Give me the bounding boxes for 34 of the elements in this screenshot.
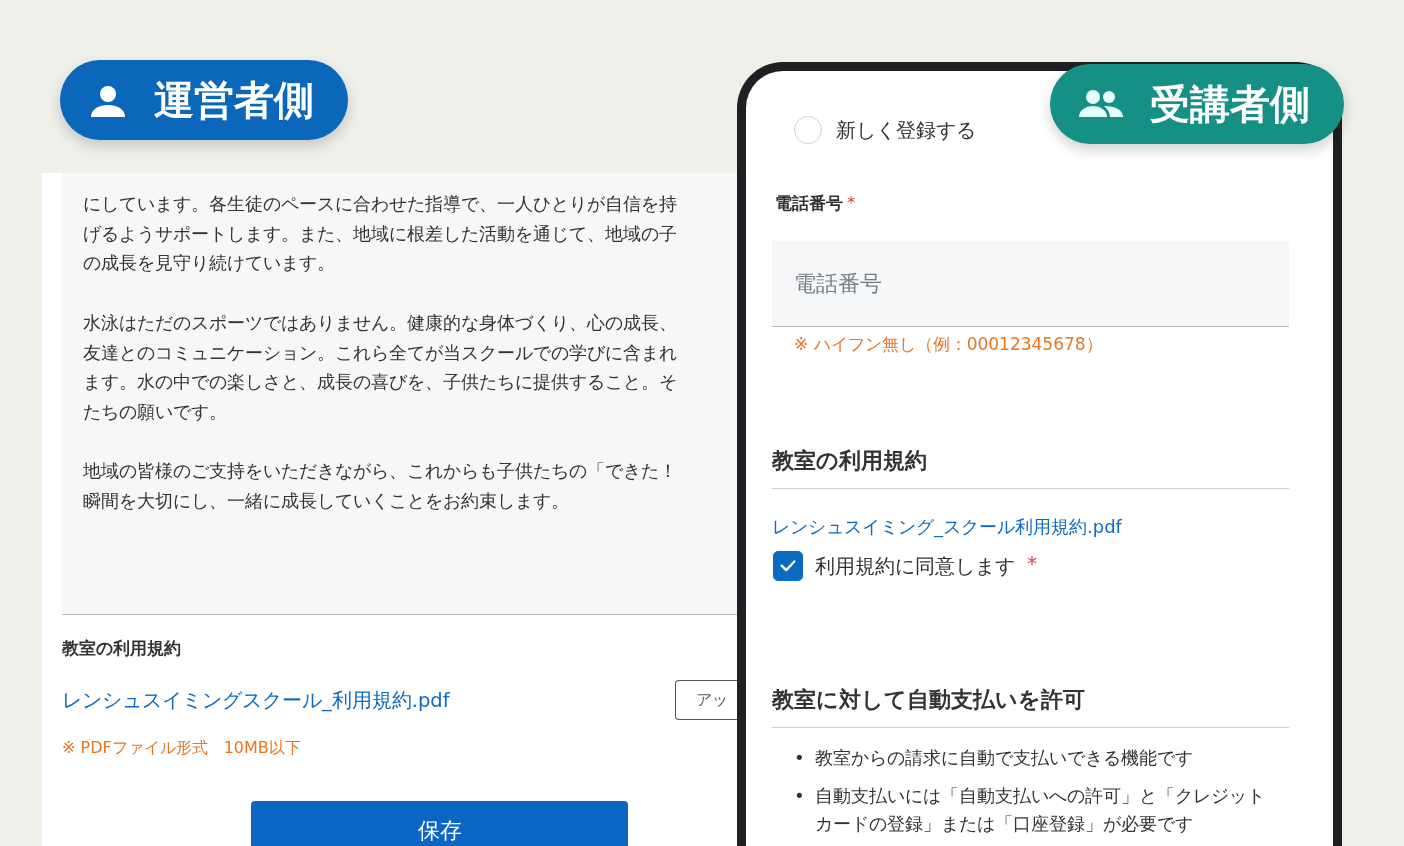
description-textarea[interactable] <box>62 173 740 615</box>
terms-label: 教室の利用規約 <box>62 637 182 660</box>
bullet-mark: • <box>794 746 805 770</box>
autopay-note: 教室からの請求に自動で支払いできる機能です <box>814 746 1194 770</box>
required-mark: * <box>847 193 856 212</box>
description-text-line: たちの願いです。 <box>83 400 227 424</box>
role-label: 運営者側 <box>154 75 314 125</box>
bullet-mark: • <box>794 784 805 808</box>
description-text-line: げるようサポートします。また、地域に根差した活動を通じて、地域の子 <box>83 222 677 246</box>
description-text-line: 瞬間を大切にし、一緒に成長していくことをお約束します。 <box>83 490 569 513</box>
phone-field-label: 電話番号 <box>775 193 843 215</box>
file-format-hint: ※ PDFファイル形式 10MB以下 <box>62 738 302 759</box>
phone-format-hint: ※ ハイフン無し（例：00012345678） <box>794 333 1104 356</box>
description-text-line: 水泳はただのスポーツではありません。健康的な身体づくり、心の成長、 <box>83 311 677 335</box>
description-text-line: ます。水の中での楽しさと、成長の喜びを、子供たちに提供すること。そ <box>83 371 677 395</box>
agree-checkbox[interactable] <box>773 551 803 581</box>
description-text-line: の成長を見守り続けています。 <box>83 252 335 276</box>
radio-label[interactable]: 新しく登録する <box>836 116 976 144</box>
person-icon <box>88 83 128 117</box>
terms-heading: 教室の利用規約 <box>772 446 1289 489</box>
upload-button[interactable]: アッ <box>675 680 740 720</box>
description-text-line: 友達とのコミュニケーション。これら全てが当スクールでの学びに含まれ <box>83 341 677 365</box>
required-mark: * <box>1027 551 1037 575</box>
save-button[interactable]: 保存 <box>251 801 628 846</box>
radio-button[interactable] <box>794 116 822 144</box>
description-text-line: にしています。各生徒のペースに合わせた指導で、一人ひとりが自信を持 <box>83 193 677 216</box>
role-label: 受講者側 <box>1150 79 1310 129</box>
phone-input-field[interactable]: 電話番号 <box>772 241 1289 327</box>
autopay-note: 自動支払いには「自動支払いへの許可」と「クレジットカードの登録」または「口座登録」が必要です <box>814 784 1266 836</box>
terms-file-link[interactable]: レンシュスイミング_スクール利用規約.pdf <box>772 515 1122 539</box>
terms-file-link[interactable]: レンシュスイミングスクール_利用規約.pdf <box>62 686 450 714</box>
description-text-line: 地域の皆様のご支持をいただきながら、これからも子供たちの「できた！ <box>83 460 677 484</box>
autopay-heading: 教室に対して自動支払いを許可 <box>772 685 1289 728</box>
agree-label[interactable]: 利用規約に同意します <box>815 552 1015 580</box>
